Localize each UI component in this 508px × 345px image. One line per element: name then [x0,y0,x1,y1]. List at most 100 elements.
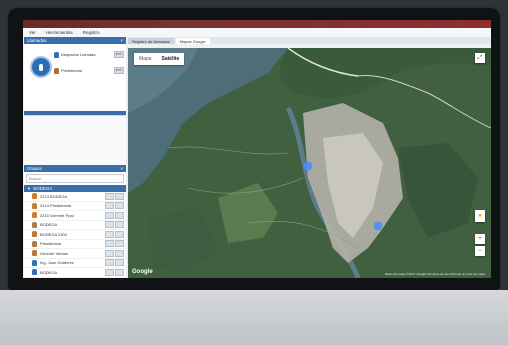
right-panel: Registro de llamadas Mapas Google Mapa S… [128,37,491,278]
message-button[interactable] [115,249,124,257]
map-type-satellite[interactable]: Satélite [157,53,185,65]
user-list-item[interactable]: 2213 BODEGA [24,192,126,202]
call-button[interactable] [105,192,114,200]
message-button[interactable] [115,240,124,248]
menu-item-tools[interactable]: Herramientas [46,30,73,35]
user-actions [105,240,124,248]
user-name: Presidencia [40,241,61,247]
user-name: 2213 BODEGA [40,193,68,199]
app-screen: Ver Herramientas Registro Llamadas × Des… [23,20,491,278]
user-name: 2215 Gerente Ppal [40,212,74,218]
menu-bar: Ver Herramientas Registro [23,28,491,37]
user-actions [105,249,124,257]
user-icon [54,67,59,74]
zoom-in-button[interactable]: + [475,234,485,244]
ptt-user-name: Despacho Llamada [61,52,96,57]
search-input[interactable]: Buscar [26,174,124,183]
call-button[interactable] [105,230,114,238]
message-button[interactable] [115,259,124,267]
left-panel: Llamadas × Despacho Llamada PTT Presiden… [24,37,126,278]
chevron-down-icon[interactable]: ▾ [28,186,30,192]
user-icon [32,221,37,228]
ptt-user-row[interactable]: Presidencia PTT [54,66,124,75]
call-button[interactable] [105,259,114,267]
user-list-item[interactable]: BODEGA 2304 [24,230,126,240]
user-name: Gerente Ventas [40,250,68,256]
user-icon [32,269,37,276]
map-type-toggle: Mapa Satélite [134,53,185,65]
user-name: BODEGA 2304 [40,231,67,237]
user-list-item[interactable]: Presidencia [24,240,126,249]
call-button[interactable] [105,221,114,229]
map-attribution[interactable]: Datos del mapa ©2017 Google Términos de … [385,272,485,276]
main-content: Llamadas × Despacho Llamada PTT Presiden… [23,37,491,278]
menu-item-view[interactable]: Ver [29,30,36,35]
user-actions [105,202,124,210]
title-bar [23,20,491,28]
user-name: 2214 Presidencia [40,203,71,209]
message-button[interactable] [115,192,124,200]
ptt-user-button[interactable]: PTT [114,67,124,74]
ptt-panel-footer [24,111,126,115]
message-button[interactable] [115,268,124,276]
groups-panel: Grupos × Buscar ▾ BODEGA 2213 BODEGA 221… [24,165,126,278]
call-button[interactable] [105,268,114,276]
groups-panel-header: Grupos × [24,165,126,172]
call-button[interactable] [105,249,114,257]
user-actions [105,192,124,200]
user-list-item[interactable]: BODEGA [24,221,126,230]
user-actions [105,211,124,219]
message-button[interactable] [115,230,124,238]
fullscreen-icon[interactable]: ⤢ [475,53,485,63]
map-imagery [128,48,491,278]
user-list-item[interactable]: BODEGA [24,268,126,278]
tab-call-log[interactable]: Registro de llamadas [128,38,174,44]
map-marker-unit-1[interactable] [303,161,313,171]
microphone-ptt-button[interactable] [30,56,52,78]
map-marker-unit-2[interactable] [373,221,383,231]
ptt-user-row[interactable]: Despacho Llamada PTT [54,50,124,59]
user-icon [32,231,37,238]
user-actions [105,268,124,276]
close-icon[interactable]: × [120,38,123,43]
user-name: BODEGA [40,269,58,275]
street-view-pegman-icon[interactable]: ● [475,210,485,222]
user-list-item[interactable]: 2214 Presidencia [24,202,126,211]
monitor-stand [0,290,508,345]
call-button[interactable] [105,202,114,210]
satellite-map[interactable]: Mapa Satélite ⤢ ● + − Google Datos del m… [128,48,491,278]
user-actions [105,230,124,238]
google-logo: Google [132,269,153,275]
user-icon [32,212,37,219]
call-button[interactable] [105,240,114,248]
close-icon[interactable]: × [120,166,123,171]
ptt-user-name: Presidencia [61,68,82,73]
tab-google-maps[interactable]: Mapas Google [175,38,210,44]
menu-item-log[interactable]: Registro [83,30,100,35]
message-button[interactable] [115,202,124,210]
user-icon [32,259,37,266]
group-name: BODEGA [33,186,53,191]
user-name: Ing. Jose Gutierrez [40,260,74,266]
user-name: BODEGA [40,222,58,228]
map-type-map[interactable]: Mapa [134,53,157,65]
user-list-item[interactable]: 2215 Gerente Ppal [24,211,126,221]
zoom-out-button[interactable]: − [475,246,485,256]
message-button[interactable] [115,211,124,219]
user-list-item[interactable]: Ing. Jose Gutierrez [24,259,126,268]
group-row[interactable]: ▾ BODEGA [24,185,126,192]
call-button[interactable] [105,211,114,219]
user-actions [105,259,124,267]
ptt-user-button[interactable]: PTT [114,51,124,58]
tab-bar: Registro de llamadas Mapas Google [128,37,491,44]
calls-panel-title: Llamadas [27,38,47,43]
user-icon [32,193,37,200]
ptt-panel: Despacho Llamada PTT Presidencia PTT [24,44,126,116]
message-button[interactable] [115,221,124,229]
groups-panel-title: Grupos [27,166,42,171]
user-icon [32,240,37,247]
calls-panel-header: Llamadas × [24,37,126,44]
user-list-item[interactable]: Gerente Ventas [24,249,126,259]
user-icon [32,202,37,209]
user-icon [32,250,37,257]
